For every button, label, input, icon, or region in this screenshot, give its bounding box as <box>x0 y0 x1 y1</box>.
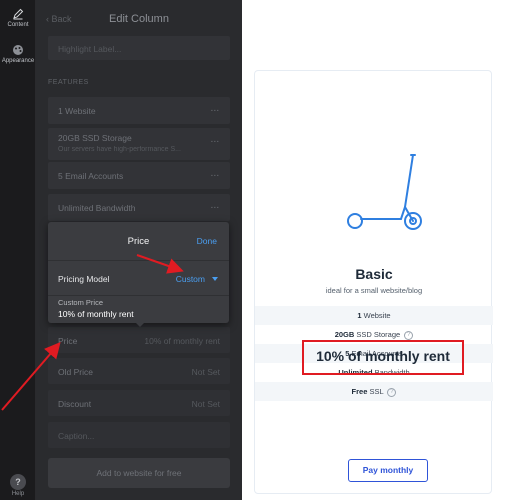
help-icon[interactable]: ? <box>10 474 26 490</box>
scooter-illustration <box>347 154 422 230</box>
price-highlight-box: 10% of monthly rent <box>302 340 464 375</box>
feature-text: SSD Storage <box>354 330 401 339</box>
feature-item[interactable]: 5 Email Accounts ⋯ <box>48 162 230 189</box>
old-price-value: Not Set <box>191 367 220 377</box>
old-price-label: Old Price <box>58 367 93 377</box>
feature-text: SSL <box>367 387 384 396</box>
feature-item[interactable]: 1 Website ⋯ <box>48 97 230 124</box>
preview-area: Basic ideal for a small website/blog 1 W… <box>242 0 507 500</box>
caption-placeholder: Caption... <box>58 431 95 441</box>
rail-appearance[interactable]: Appearance <box>0 44 36 64</box>
plan-feature: Free SSL ? <box>255 382 493 401</box>
highlight-label-input[interactable]: Highlight Label... <box>48 36 230 60</box>
custom-price-value[interactable]: 10% of monthly rent <box>58 309 134 319</box>
discount-value: Not Set <box>191 399 220 409</box>
discount-row[interactable]: Discount Not Set <box>48 390 230 416</box>
feature-label: 5 Email Accounts <box>58 171 124 181</box>
feature-label: 1 Website <box>58 106 96 116</box>
left-rail: Content Appearance ? Help <box>0 0 36 500</box>
plan-description: ideal for a small website/blog <box>325 286 423 295</box>
more-icon[interactable]: ⋯ <box>211 105 221 116</box>
pricing-model-select[interactable]: Pricing Model Custom <box>48 260 229 296</box>
feature-item[interactable]: Unlimited Bandwidth ⋯ <box>48 194 230 221</box>
panel-header: ‹ Back Edit Column <box>36 0 242 38</box>
palette-icon <box>13 45 23 55</box>
feature-bold: 20GB <box>334 330 355 339</box>
pricing-model-label: Pricing Model <box>58 274 110 284</box>
plan-feature: 1 Website <box>255 306 493 325</box>
pricing-model-value[interactable]: Custom <box>176 274 205 284</box>
done-button[interactable]: Done <box>197 236 217 246</box>
feature-bold: Free <box>351 387 368 396</box>
pay-monthly-button[interactable]: Pay monthly <box>348 459 428 482</box>
panel-title: Edit Column <box>109 13 169 25</box>
feature-item[interactable]: 20GB SSD Storage Our servers have high-p… <box>48 128 230 160</box>
feature-label: 20GB SSD Storage <box>58 133 132 143</box>
feature-label: Unlimited Bandwidth <box>58 203 136 213</box>
caption-input[interactable]: Caption... <box>48 422 230 448</box>
price-row[interactable]: Price 10% of monthly rent <box>48 327 230 353</box>
price-popover: Price Done Pricing Model Custom Custom P… <box>48 222 229 327</box>
caret-down-icon[interactable] <box>212 277 218 281</box>
rail-content[interactable]: Content <box>0 8 36 28</box>
price-value: 10% of monthly rent <box>144 336 220 346</box>
more-icon[interactable]: ⋯ <box>211 170 221 181</box>
rail-appearance-label: Appearance <box>1 58 35 64</box>
pencil-icon <box>13 8 24 20</box>
discount-label: Discount <box>58 399 92 409</box>
help-circle-icon[interactable]: ? <box>404 330 414 340</box>
help-circle-icon[interactable]: ? <box>387 387 397 397</box>
add-to-website-button[interactable]: Add to website for free <box>48 458 230 488</box>
features-heading: FEATURES <box>48 79 89 86</box>
plan-name: Basic <box>355 266 393 282</box>
highlight-placeholder: Highlight Label... <box>58 44 122 54</box>
old-price-row[interactable]: Old Price Not Set <box>48 358 230 384</box>
rail-content-label: Content <box>7 22 29 28</box>
plan-price: 10% of monthly rent <box>316 348 450 364</box>
feature-sub: Our servers have high-performance S... <box>58 146 181 153</box>
popover-pointer <box>134 321 146 327</box>
help-label: Help <box>11 491 25 497</box>
more-icon[interactable]: ⋯ <box>211 136 221 147</box>
price-label: Price <box>58 336 78 346</box>
more-icon[interactable]: ⋯ <box>211 202 221 213</box>
feature-text: Website <box>361 311 391 320</box>
custom-price-label: Custom Price <box>58 298 104 307</box>
pricing-card: Basic ideal for a small website/blog 1 W… <box>254 70 493 494</box>
